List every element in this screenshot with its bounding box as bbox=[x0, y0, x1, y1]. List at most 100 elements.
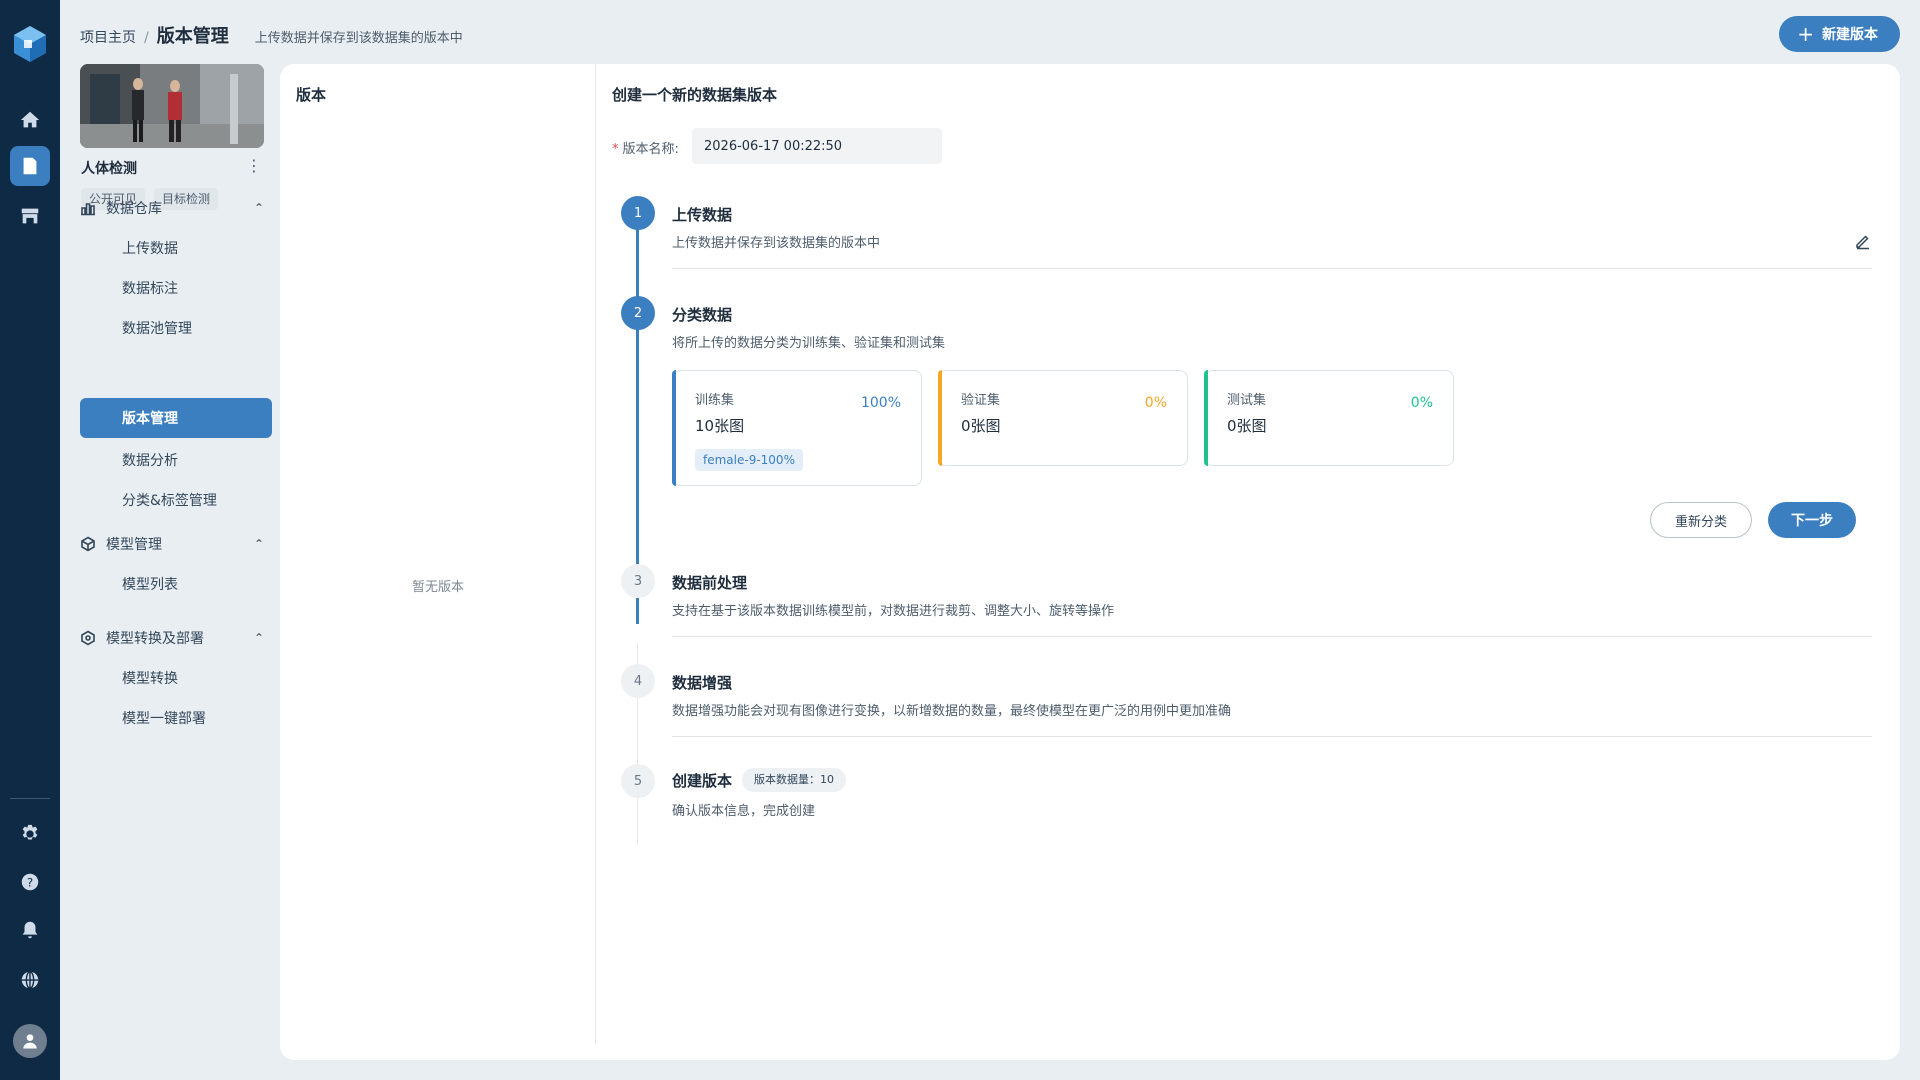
user-avatar-icon[interactable] bbox=[13, 1024, 47, 1058]
step-2-title-text: 分类数据 bbox=[672, 306, 733, 324]
step-3-desc: 支持在基于该版本数据训练模型前，对数据进行裁剪、调整大小、旋转等操作 bbox=[672, 604, 1115, 619]
split-count: 10张图 bbox=[695, 417, 745, 435]
versions-empty-text: 暂无版本 bbox=[411, 580, 464, 595]
breadcrumb: 项目主页 / 版本管理 上传数据并保存到该数据集的版本中 bbox=[80, 22, 463, 48]
split-name: 验证集 bbox=[961, 393, 1001, 408]
step-4-title: 数据增强 bbox=[672, 672, 732, 693]
timeline-progress-line bbox=[636, 214, 639, 624]
versions-title: 版本 bbox=[296, 86, 327, 104]
step-5-circle: 5 bbox=[621, 764, 655, 798]
step-2-circle: 2 bbox=[621, 296, 655, 330]
logo-icon[interactable] bbox=[12, 24, 48, 64]
chevron-up-icon: ⌃ bbox=[253, 631, 264, 645]
help-icon[interactable]: ? bbox=[10, 862, 50, 902]
step-2-desc: 将所上传的数据分类为训练集、验证集和测试集 bbox=[672, 336, 946, 351]
step-1-title: 上传数据 bbox=[672, 204, 732, 225]
split-percent: 100% bbox=[860, 395, 901, 411]
split-card-train[interactable]: 训练集 100% 10张图 female-9-100% bbox=[672, 370, 922, 486]
globe-icon[interactable] bbox=[10, 960, 50, 1000]
step-4-circle: 4 bbox=[621, 664, 655, 698]
step-5-title: 创建版本 版本数据量：10 bbox=[672, 768, 847, 792]
step-1-divider bbox=[672, 268, 1872, 269]
next-step-button[interactable]: 下一步 bbox=[1768, 502, 1856, 538]
step-1-desc: 上传数据并保存到该数据集的版本中 bbox=[672, 236, 881, 251]
nav-item-upload-data[interactable]: 上传数据 bbox=[80, 228, 272, 268]
version-name-input[interactable] bbox=[692, 128, 942, 164]
step-2-title: 分类数据 bbox=[672, 304, 732, 325]
chevron-up-icon: ⌃ bbox=[253, 201, 264, 215]
main-card: 版本 暂无版本 创建一个新的数据集版本 *版本名称: 1 上传数据 上传数据并保… bbox=[280, 64, 1900, 1060]
bar-chart-icon bbox=[81, 203, 95, 216]
settings-icon[interactable] bbox=[10, 814, 50, 854]
svg-text:?: ? bbox=[27, 876, 33, 890]
create-version-panel: 创建一个新的数据集版本 *版本名称: 1 上传数据 上传数据并保存到该数据集的版… bbox=[596, 64, 1900, 1044]
home-icon[interactable] bbox=[10, 100, 50, 140]
dataset-icon[interactable] bbox=[10, 146, 50, 186]
split-color-bar bbox=[1204, 370, 1208, 466]
split-percent: 0% bbox=[1410, 395, 1433, 411]
page-title: 版本管理 bbox=[156, 26, 229, 47]
new-version-button[interactable]: + 新建版本 bbox=[1779, 16, 1900, 52]
page-description: 上传数据并保存到该数据集的版本中 bbox=[254, 31, 463, 46]
versions-panel: 版本 暂无版本 bbox=[280, 64, 596, 1044]
hexagon-icon bbox=[81, 630, 95, 646]
step-4-divider bbox=[672, 736, 1872, 737]
more-vertical-icon[interactable]: ⋮ bbox=[246, 156, 262, 175]
nav-item-data-pool[interactable]: 数据池管理 bbox=[80, 308, 272, 348]
create-version-title: 创建一个新的数据集版本 bbox=[612, 86, 778, 104]
split-name: 训练集 bbox=[695, 393, 735, 408]
required-mark: * bbox=[612, 142, 619, 157]
split-color-bar bbox=[938, 370, 942, 466]
class-distribution-chip: female-9-100% bbox=[695, 449, 803, 471]
split-card-test[interactable]: 测试集 0% 0张图 bbox=[1204, 370, 1454, 466]
nav-group-label: 模型转换及部署 bbox=[106, 631, 204, 647]
step-1-circle: 1 bbox=[621, 196, 655, 230]
reclassify-button[interactable]: 重新分类 bbox=[1650, 502, 1752, 538]
split-count: 0张图 bbox=[1227, 417, 1267, 435]
nav-group-label: 数据仓库 bbox=[106, 201, 162, 217]
nav-item-one-click-deploy[interactable]: 模型一键部署 bbox=[80, 698, 272, 738]
nav-item-class-label-management[interactable]: 分类&标签管理 bbox=[80, 480, 272, 520]
project-thumbnail[interactable] bbox=[80, 64, 264, 148]
nav-group-model-deploy[interactable]: 模型转换及部署 ⌃ bbox=[80, 628, 264, 648]
step-4-desc: 数据增强功能会对现有图像进行变换，以新增数据的数量，最终使模型在更广泛的用例中更… bbox=[672, 704, 1232, 719]
split-name: 测试集 bbox=[1227, 393, 1267, 408]
nav-group-data-warehouse[interactable]: 数据仓库 ⌃ bbox=[80, 198, 264, 218]
step-5-title-text: 创建版本 bbox=[672, 771, 733, 790]
chevron-up-icon: ⌃ bbox=[253, 537, 264, 551]
store-icon[interactable] bbox=[10, 196, 50, 236]
plus-icon: + bbox=[1797, 22, 1814, 46]
nav-item-version-management[interactable]: 版本管理 bbox=[80, 398, 272, 438]
nav-group-model-management[interactable]: 模型管理 ⌃ bbox=[80, 534, 264, 554]
project-sidebar: 人体检测 ⋮ 公开可见 目标检测 数据仓库 ⌃ 上传数据 数据标注 数据池管理 … bbox=[60, 64, 280, 1080]
cube-icon bbox=[81, 536, 95, 552]
version-count-badge: 版本数据量：10 bbox=[742, 768, 847, 792]
nav-item-data-analysis[interactable]: 数据分析 bbox=[80, 440, 272, 480]
topbar: 项目主页 / 版本管理 上传数据并保存到该数据集的版本中 + 新建版本 bbox=[60, 0, 1920, 64]
version-name-label: * 版本名称: bbox=[612, 138, 679, 157]
nav-item-data-annotation[interactable]: 数据标注 bbox=[80, 268, 272, 308]
step-3-divider bbox=[672, 636, 1872, 637]
icon-rail: ? bbox=[0, 0, 60, 1080]
version-name-label-text: 版本名称: bbox=[622, 142, 679, 157]
step-3-title-text: 数据前处理 bbox=[672, 574, 748, 592]
rail-divider bbox=[10, 798, 50, 799]
split-card-validation[interactable]: 验证集 0% 0张图 bbox=[938, 370, 1188, 466]
nav-item-model-convert[interactable]: 模型转换 bbox=[80, 658, 272, 698]
new-version-label: 新建版本 bbox=[1822, 27, 1878, 43]
split-count: 0张图 bbox=[961, 417, 1001, 435]
project-name: 人体检测 bbox=[81, 161, 137, 177]
step-3-title: 数据前处理 bbox=[672, 572, 747, 593]
breadcrumb-separator: / bbox=[144, 30, 149, 46]
bell-icon[interactable] bbox=[10, 910, 50, 950]
step-4-title-text: 数据增强 bbox=[672, 674, 733, 692]
edit-pencil-icon[interactable] bbox=[1854, 232, 1872, 250]
step-5-desc: 确认版本信息，完成创建 bbox=[672, 804, 816, 819]
step-1-title-text: 上传数据 bbox=[672, 206, 733, 224]
nav-group-label: 模型管理 bbox=[106, 537, 162, 553]
step-3-circle: 3 bbox=[621, 564, 655, 598]
split-percent: 0% bbox=[1144, 395, 1167, 411]
nav-item-model-list[interactable]: 模型列表 bbox=[80, 564, 272, 604]
split-color-bar bbox=[672, 370, 676, 486]
breadcrumb-home-link[interactable]: 项目主页 bbox=[80, 27, 136, 47]
